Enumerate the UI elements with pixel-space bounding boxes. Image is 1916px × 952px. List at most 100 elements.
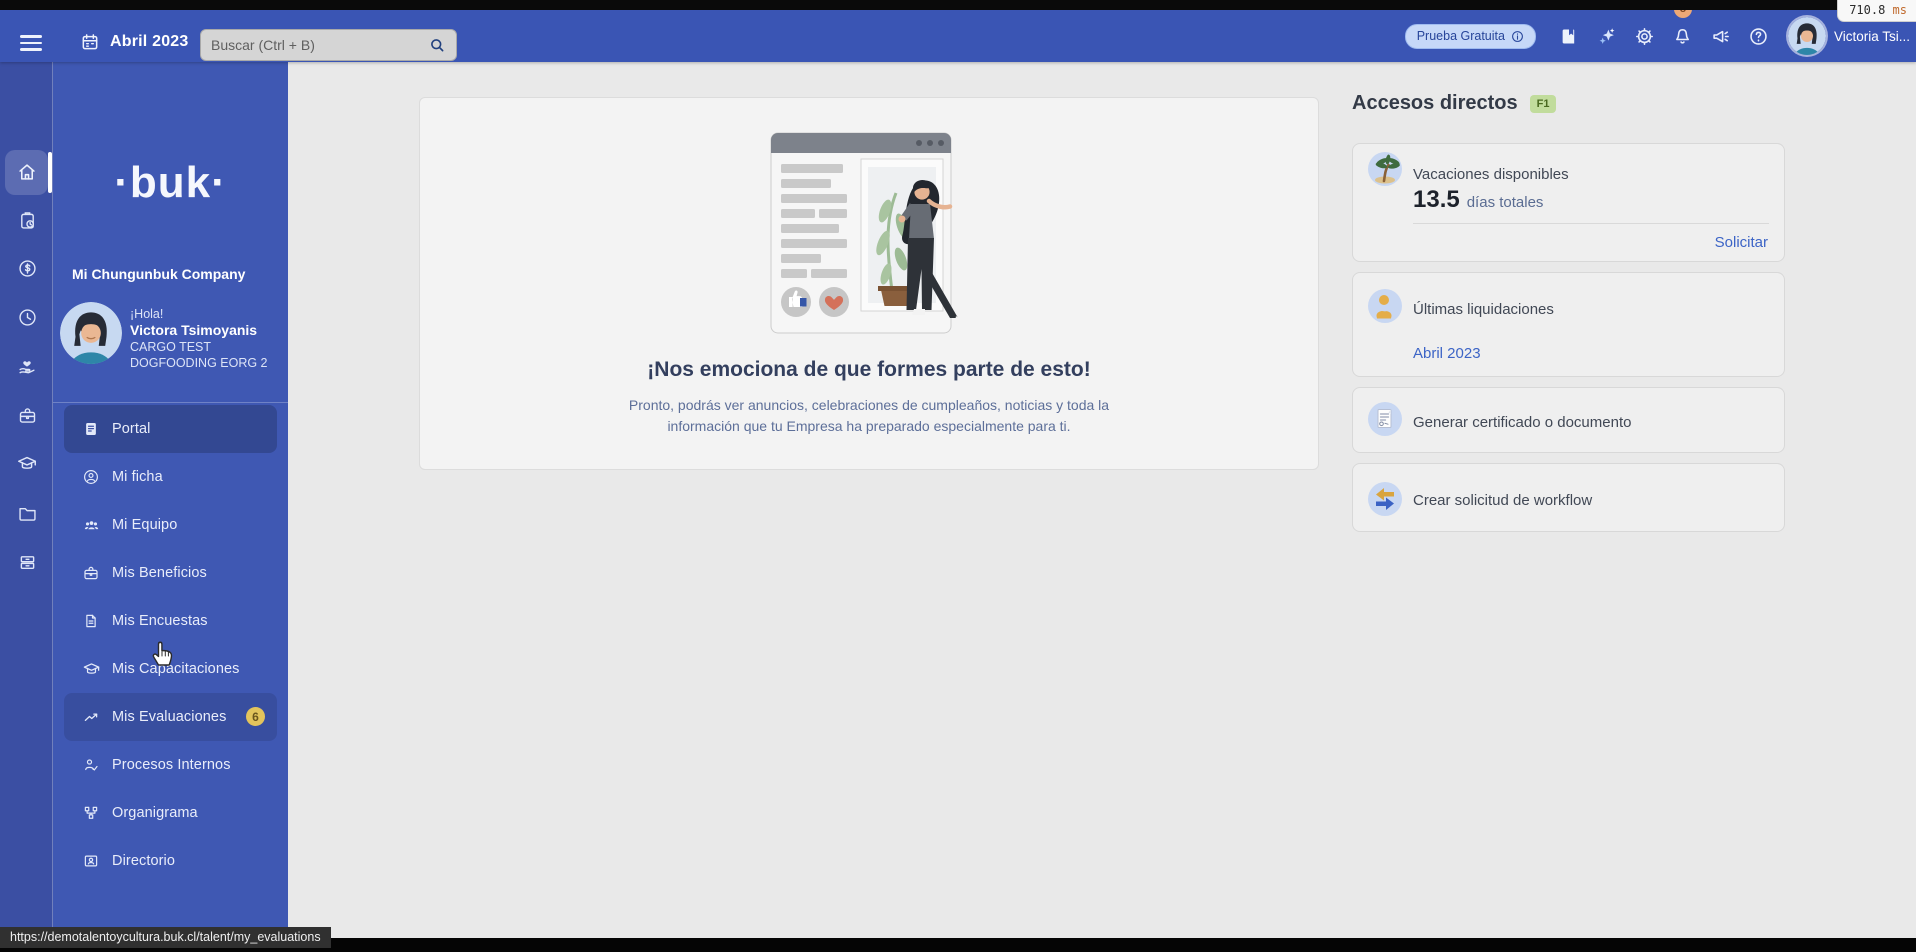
trend-up-icon xyxy=(81,708,101,726)
bookmark-button[interactable] xyxy=(1550,17,1588,55)
hand-heart-icon xyxy=(19,361,35,374)
user-avatar[interactable] xyxy=(1787,17,1826,55)
user-profile-card: ¡Hola! Victora Tsimoyanis CARGO TEST DOG… xyxy=(60,302,268,371)
sidebar-item-mis-evaluaciones[interactable]: Mis Evaluaciones 6 xyxy=(64,693,277,741)
profile-avatar xyxy=(60,302,122,364)
shortcut-card-liquidaciones[interactable]: Últimas liquidaciones Abril 2023 xyxy=(1352,272,1785,377)
period-label: Abril 2023 xyxy=(110,33,189,50)
vacation-days-value: 13.5 xyxy=(1413,186,1460,213)
welcome-illustration xyxy=(769,131,989,343)
shortcuts-hotkey-badge: F1 xyxy=(1529,94,1557,113)
trial-label: Prueba Gratuita xyxy=(1416,29,1505,43)
portal-doc-icon xyxy=(81,420,101,438)
greeting: ¡Hola! xyxy=(130,307,164,321)
welcome-card: ¡Nos emociona de que formes parte de est… xyxy=(419,97,1319,470)
bookmark-icon xyxy=(1563,29,1575,43)
status-url-tooltip: https://demotalentoycultura.buk.cl/talen… xyxy=(0,927,331,948)
profile-role-line2: DOGFOODING EORG 2 xyxy=(130,356,268,370)
person-circle-icon xyxy=(81,468,101,486)
assistant-button[interactable] xyxy=(1588,17,1626,55)
performance-badge: 710.8 ms xyxy=(1837,0,1916,22)
org-chart-icon xyxy=(81,804,101,822)
rail-item-toolbox[interactable] xyxy=(7,401,47,429)
rail-item-benefits[interactable] xyxy=(7,352,47,380)
divider xyxy=(1413,223,1769,224)
palm-tree-icon xyxy=(1368,152,1402,186)
graduation-cap-icon xyxy=(81,660,101,679)
sidebar-item-label: Mi ficha xyxy=(112,469,163,485)
rail-active-bar xyxy=(48,152,52,193)
sparkles-icon xyxy=(1599,28,1615,44)
module-rail xyxy=(0,62,53,938)
card-title: Generar certificado o documento xyxy=(1413,414,1632,431)
info-icon xyxy=(1511,30,1524,43)
search-icon[interactable] xyxy=(428,36,446,54)
rail-item-home[interactable] xyxy=(7,158,47,186)
gear-icon xyxy=(1636,27,1654,45)
sidebar-item-directorio[interactable]: Directorio xyxy=(64,837,277,885)
sidebar-item-label: Mi Equipo xyxy=(112,517,178,533)
calendar-icon xyxy=(80,32,100,52)
sidebar-item-mis-encuestas[interactable]: Mis Encuestas xyxy=(64,597,277,645)
briefcase-icon xyxy=(81,564,101,582)
id-card-icon xyxy=(81,852,101,870)
shortcut-card-certificado[interactable]: Generar certificado o documento xyxy=(1352,387,1785,453)
period-selector[interactable]: Abril 2023 xyxy=(80,32,188,52)
evaluations-count-badge: 6 xyxy=(246,707,265,726)
document-icon xyxy=(81,612,101,630)
card-title: Vacaciones disponibles xyxy=(1413,166,1569,183)
rail-item-training[interactable] xyxy=(7,450,47,478)
sidebar-item-mis-beneficios[interactable]: Mis Beneficios xyxy=(64,549,277,597)
announcements-button[interactable] xyxy=(1702,17,1740,55)
top-letterbox xyxy=(0,0,1916,10)
user-name: Victoria Tsi... xyxy=(1833,28,1910,44)
sidebar-item-organigrama[interactable]: Organigrama xyxy=(64,789,277,837)
folder-icon xyxy=(18,507,36,521)
top-navigation-bar: Abril 2023 Prueba Gratuita xyxy=(0,0,1916,62)
clock-icon xyxy=(18,308,36,326)
search-input[interactable] xyxy=(201,37,428,53)
shortcut-card-vacaciones[interactable]: Vacaciones disponibles 13.5 días totales … xyxy=(1352,143,1785,262)
trial-badge-button[interactable]: Prueba Gratuita xyxy=(1404,23,1536,49)
people-group-icon xyxy=(81,516,101,535)
sidebar-item-label: Directorio xyxy=(112,853,176,869)
workflow-arrows-icon xyxy=(1368,482,1402,516)
sidebar-item-label: Mis Beneficios xyxy=(112,565,207,581)
sidebar-item-label: Organigrama xyxy=(112,805,198,821)
help-button[interactable] xyxy=(1740,17,1778,55)
sidebar-item-portal[interactable]: Portal xyxy=(64,405,277,453)
rail-item-archive[interactable] xyxy=(7,548,47,576)
notifications-button[interactable]: 8 xyxy=(1664,0,1702,55)
vacation-days: 13.5 días totales xyxy=(1413,186,1543,214)
liquidacion-month-link[interactable]: Abril 2023 xyxy=(1413,345,1481,362)
rail-item-requests[interactable] xyxy=(7,206,47,234)
sidebar-item-label: Mis Capacitaciones xyxy=(112,661,240,677)
home-icon xyxy=(19,164,35,180)
profile-role-line1: CARGO TEST xyxy=(130,340,212,354)
sidebar-item-mi-equipo[interactable]: Mi Equipo xyxy=(64,501,277,549)
sidebar: ·buk· Mi Chungunbuk Company ¡Hola! Victo… xyxy=(53,62,288,938)
payslip-person-icon xyxy=(1368,289,1402,323)
card-title: Últimas liquidaciones xyxy=(1413,301,1554,318)
toolbox-icon xyxy=(19,407,35,423)
sidebar-item-label: Portal xyxy=(112,421,151,437)
graduation-cap-icon xyxy=(18,456,36,469)
rail-item-payments[interactable] xyxy=(7,254,47,282)
sidebar-item-mi-ficha[interactable]: Mi ficha xyxy=(64,453,277,501)
rail-item-time[interactable] xyxy=(7,303,47,331)
sidebar-menu: Portal Mi ficha Mi Equipo Mis Beneficios… xyxy=(53,402,288,885)
menu-toggle-button[interactable] xyxy=(20,35,42,51)
rail-item-documents[interactable] xyxy=(7,499,47,527)
sidebar-item-mis-capacitaciones[interactable]: Mis Capacitaciones xyxy=(64,645,277,693)
sidebar-item-procesos-internos[interactable]: Procesos Internos xyxy=(64,741,277,789)
certificate-doc-icon xyxy=(1368,402,1402,436)
welcome-title: ¡Nos emociona de que formes parte de est… xyxy=(647,358,1091,381)
settings-button[interactable] xyxy=(1626,17,1664,55)
shortcuts-title: Accesos directos xyxy=(1352,92,1518,114)
help-icon xyxy=(1750,27,1768,45)
megaphone-icon xyxy=(1713,30,1730,42)
solicitar-link[interactable]: Solicitar xyxy=(1715,234,1768,251)
sidebar-item-label: Mis Evaluaciones xyxy=(112,709,227,725)
app-window: Abril 2023 Prueba Gratuita xyxy=(0,0,1916,952)
shortcut-card-workflow[interactable]: Crear solicitud de workflow xyxy=(1352,463,1785,532)
